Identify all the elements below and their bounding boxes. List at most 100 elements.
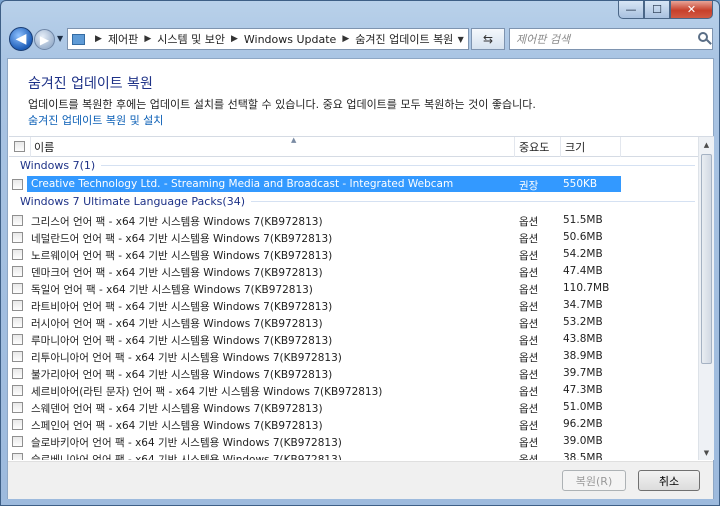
sort-ascending-icon: ▲ — [291, 136, 297, 144]
update-name: 세르비아어(라틴 문자) 언어 팩 - x64 기반 시스템용 Windows … — [31, 386, 383, 398]
row-checkbox[interactable] — [12, 402, 23, 413]
update-name: Creative Technology Ltd. - Streaming Med… — [31, 178, 454, 190]
table-row[interactable]: 스페인어 언어 팩 - x64 기반 시스템용 Windows 7(KB9728… — [9, 416, 698, 433]
row-checkbox[interactable] — [12, 419, 23, 430]
address-bar[interactable]: ▶ 제어판 ▶ 시스템 및 보안 ▶ Windows Update ▶ 숨겨진 … — [67, 28, 469, 50]
table-row[interactable]: 독일어 언어 팩 - x64 기반 시스템용 Windows 7(KB97281… — [9, 280, 698, 297]
row-checkbox[interactable] — [12, 300, 23, 311]
table-row[interactable]: Creative Technology Ltd. - Streaming Med… — [9, 176, 698, 193]
update-importance: 옵션 — [519, 267, 539, 279]
breadcrumb-separator-icon[interactable]: ▶ — [342, 34, 349, 44]
row-checkbox[interactable] — [12, 249, 23, 260]
vertical-scrollbar[interactable]: ▲ ▼ — [698, 137, 714, 460]
breadcrumb-separator-icon[interactable]: ▶ — [144, 34, 151, 44]
minimize-button[interactable]: — — [618, 1, 644, 19]
table-row[interactable]: 네덜란드어 언어 팩 - x64 기반 시스템용 Windows 7(KB972… — [9, 229, 698, 246]
update-importance: 옵션 — [519, 454, 539, 460]
maximize-button[interactable]: ☐ — [644, 1, 670, 19]
update-importance: 옵션 — [519, 437, 539, 449]
row-checkbox[interactable] — [12, 266, 23, 277]
update-size: 39.7MB — [563, 367, 603, 379]
breadcrumb-control-panel[interactable]: 제어판 — [108, 31, 138, 47]
row-checkbox[interactable] — [12, 334, 23, 345]
row-checkbox[interactable] — [12, 283, 23, 294]
row-checkbox[interactable] — [12, 368, 23, 379]
column-importance-label: 중요도 — [519, 141, 550, 154]
update-importance: 권장 — [519, 180, 539, 192]
table-row[interactable]: 그리스어 언어 팩 - x64 기반 시스템용 Windows 7(KB9728… — [9, 212, 698, 229]
update-name: 루마니아어 언어 팩 - x64 기반 시스템용 Windows 7(KB972… — [31, 335, 333, 347]
row-checkbox[interactable] — [12, 351, 23, 362]
group-header-windows7[interactable]: Windows 7(1) — [20, 159, 695, 172]
table-row[interactable]: 덴마크어 언어 팩 - x64 기반 시스템용 Windows 7(KB9728… — [9, 263, 698, 280]
table-row[interactable]: 라트비아어 언어 팩 - x64 기반 시스템용 Windows 7(KB972… — [9, 297, 698, 314]
scroll-down-icon[interactable]: ▼ — [699, 445, 714, 460]
refresh-icon: ⇆ — [482, 32, 494, 46]
update-size: 51.0MB — [563, 401, 603, 413]
table-row[interactable]: 불가리아어 언어 팩 - x64 기반 시스템용 Windows 7(KB972… — [9, 365, 698, 382]
column-header-importance[interactable]: 중요도 — [515, 137, 561, 157]
table-row[interactable]: 슬로베니아어 언어 팩 - x64 기반 시스템용 Windows 7(KB97… — [9, 450, 698, 460]
table-row[interactable]: 슬로바키아어 언어 팩 - x64 기반 시스템용 Windows 7(KB97… — [9, 433, 698, 450]
update-importance: 옵션 — [519, 386, 539, 398]
row-checkbox[interactable] — [12, 436, 23, 447]
search-icon[interactable] — [698, 32, 708, 42]
table-row[interactable]: 스웨덴어 언어 팩 - x64 기반 시스템용 Windows 7(KB9728… — [9, 399, 698, 416]
refresh-button[interactable]: ⇆ — [471, 28, 505, 50]
row-checkbox[interactable] — [12, 453, 23, 460]
update-size: 53.2MB — [563, 316, 603, 328]
update-size: 39.0MB — [563, 435, 603, 447]
breadcrumb-restore-hidden[interactable]: 숨겨진 업데이트 복원 — [355, 31, 453, 47]
table-row[interactable]: 러시아어 언어 팩 - x64 기반 시스템용 Windows 7(KB9728… — [9, 314, 698, 331]
update-name: 스웨덴어 언어 팩 - x64 기반 시스템용 Windows 7(KB9728… — [31, 403, 323, 415]
row-checkbox[interactable] — [12, 385, 23, 396]
page-description: 업데이트를 복원한 후에는 업데이트 설치를 선택할 수 있습니다. 중요 업데… — [28, 98, 536, 111]
address-dropdown-icon[interactable]: ▼ — [453, 29, 468, 49]
column-header-size[interactable]: 크기 — [561, 137, 621, 157]
scroll-up-icon[interactable]: ▲ — [699, 137, 714, 153]
table-row[interactable]: 리투아니아어 언어 팩 - x64 기반 시스템용 Windows 7(KB97… — [9, 348, 698, 365]
update-size: 51.5MB — [563, 214, 603, 226]
restore-and-install-link[interactable]: 숨겨진 업데이트 복원 및 설치 — [28, 112, 163, 128]
row-checkbox[interactable] — [12, 179, 23, 190]
breadcrumb-windows-update[interactable]: Windows Update — [244, 33, 336, 46]
breadcrumb-separator-icon[interactable]: ▶ — [231, 34, 238, 44]
update-importance: 옵션 — [519, 420, 539, 432]
back-button[interactable]: ◀ — [9, 27, 33, 51]
hidden-updates-list[interactable]: 이름 ▲ 중요도 크기 Windows 7(1) Creative Techno… — [9, 136, 714, 460]
update-importance: 옵션 — [519, 216, 539, 228]
breadcrumb-system-security[interactable]: 시스템 및 보안 — [157, 31, 225, 47]
search-input[interactable]: 제어판 검색 — [509, 28, 713, 50]
update-name: 네덜란드어 언어 팩 - x64 기반 시스템용 Windows 7(KB972… — [31, 233, 333, 245]
group-label: Windows 7 Ultimate Language Packs(34) — [20, 195, 245, 208]
group-header-language-packs[interactable]: Windows 7 Ultimate Language Packs(34) — [20, 195, 695, 208]
update-importance: 옵션 — [519, 284, 539, 296]
restore-button[interactable]: 복원(R) — [562, 470, 626, 491]
update-size: 43.8MB — [563, 333, 603, 345]
table-row[interactable]: 노르웨이어 언어 팩 - x64 기반 시스템용 Windows 7(KB972… — [9, 246, 698, 263]
control-panel-icon — [72, 33, 86, 45]
breadcrumb-separator-icon[interactable]: ▶ — [95, 34, 102, 44]
table-row[interactable]: 루마니아어 언어 팩 - x64 기반 시스템용 Windows 7(KB972… — [9, 331, 698, 348]
update-name: 슬로베니아어 언어 팩 - x64 기반 시스템용 Windows 7(KB97… — [31, 454, 342, 460]
column-name-label: 이름 — [34, 141, 55, 154]
cancel-button[interactable]: 취소 — [638, 470, 700, 491]
row-checkbox[interactable] — [12, 215, 23, 226]
update-importance: 옵션 — [519, 369, 539, 381]
forward-button[interactable]: ▶ — [34, 29, 55, 50]
update-size: 47.3MB — [563, 384, 603, 396]
row-checkbox[interactable] — [12, 232, 23, 243]
recent-pages-chevron-icon[interactable]: ▼ — [57, 34, 63, 43]
list-header: 이름 ▲ 중요도 크기 — [9, 137, 698, 157]
navigation-bar: ◀ ▶ ▼ ▶ 제어판 ▶ 시스템 및 보안 ▶ Windows Update … — [7, 27, 713, 53]
table-row[interactable]: 세르비아어(라틴 문자) 언어 팩 - x64 기반 시스템용 Windows … — [9, 382, 698, 399]
scrollbar-thumb[interactable] — [701, 154, 712, 364]
update-name: 리투아니아어 언어 팩 - x64 기반 시스템용 Windows 7(KB97… — [31, 352, 342, 364]
row-checkbox[interactable] — [12, 317, 23, 328]
select-all-checkbox[interactable] — [14, 141, 25, 152]
close-button[interactable]: ✕ — [670, 1, 713, 19]
update-size: 50.6MB — [563, 231, 603, 243]
column-header-name[interactable]: 이름 ▲ — [31, 137, 515, 157]
update-size: 47.4MB — [563, 265, 603, 277]
update-size: 54.2MB — [563, 248, 603, 260]
